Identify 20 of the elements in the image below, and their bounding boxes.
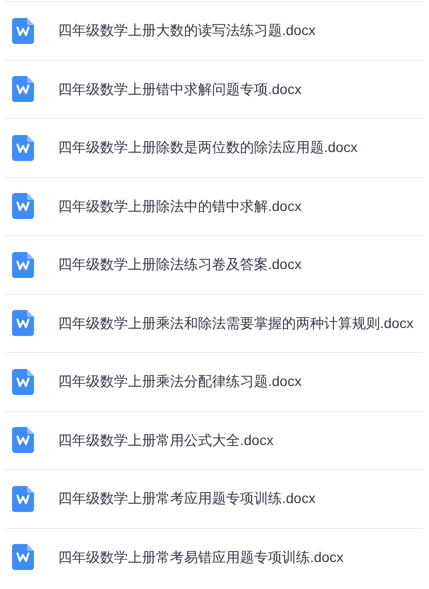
document-icon <box>12 76 34 102</box>
document-icon <box>12 486 34 512</box>
file-name[interactable]: 四年级数学上册除数是两位数的除法应用题.docx <box>58 137 358 158</box>
document-icon <box>12 193 34 220</box>
document-icon <box>12 310 34 336</box>
file-name[interactable]: 四年级数学上册大数的读写法练习题.docx <box>58 20 316 42</box>
document-icon <box>12 544 34 570</box>
document-icon <box>12 18 34 44</box>
file-name[interactable]: 四年级数学上册除法练习卷及答案.docx <box>58 254 302 276</box>
document-icon <box>12 368 34 395</box>
file-name[interactable]: 四年级数学上册除法中的错中求解.docx <box>58 196 302 217</box>
document-icon <box>12 134 34 161</box>
file-name[interactable]: 四年级数学上册常考应用题专项训练.docx <box>58 488 316 510</box>
document-icon <box>12 427 34 454</box>
document-icon <box>12 252 34 278</box>
file-name[interactable]: 四年级数学上册常考易错应用题专项训练.docx <box>58 546 344 568</box>
file-name[interactable]: 四年级数学上册乘法分配律练习题.docx <box>58 371 302 392</box>
file-name[interactable]: 四年级数学上册乘法和除法需要掌握的两种计算规则.docx <box>58 312 414 334</box>
file-name[interactable]: 四年级数学上册错中求解问题专项.docx <box>58 78 302 100</box>
file-name[interactable]: 四年级数学上册常用公式大全.docx <box>58 430 274 451</box>
